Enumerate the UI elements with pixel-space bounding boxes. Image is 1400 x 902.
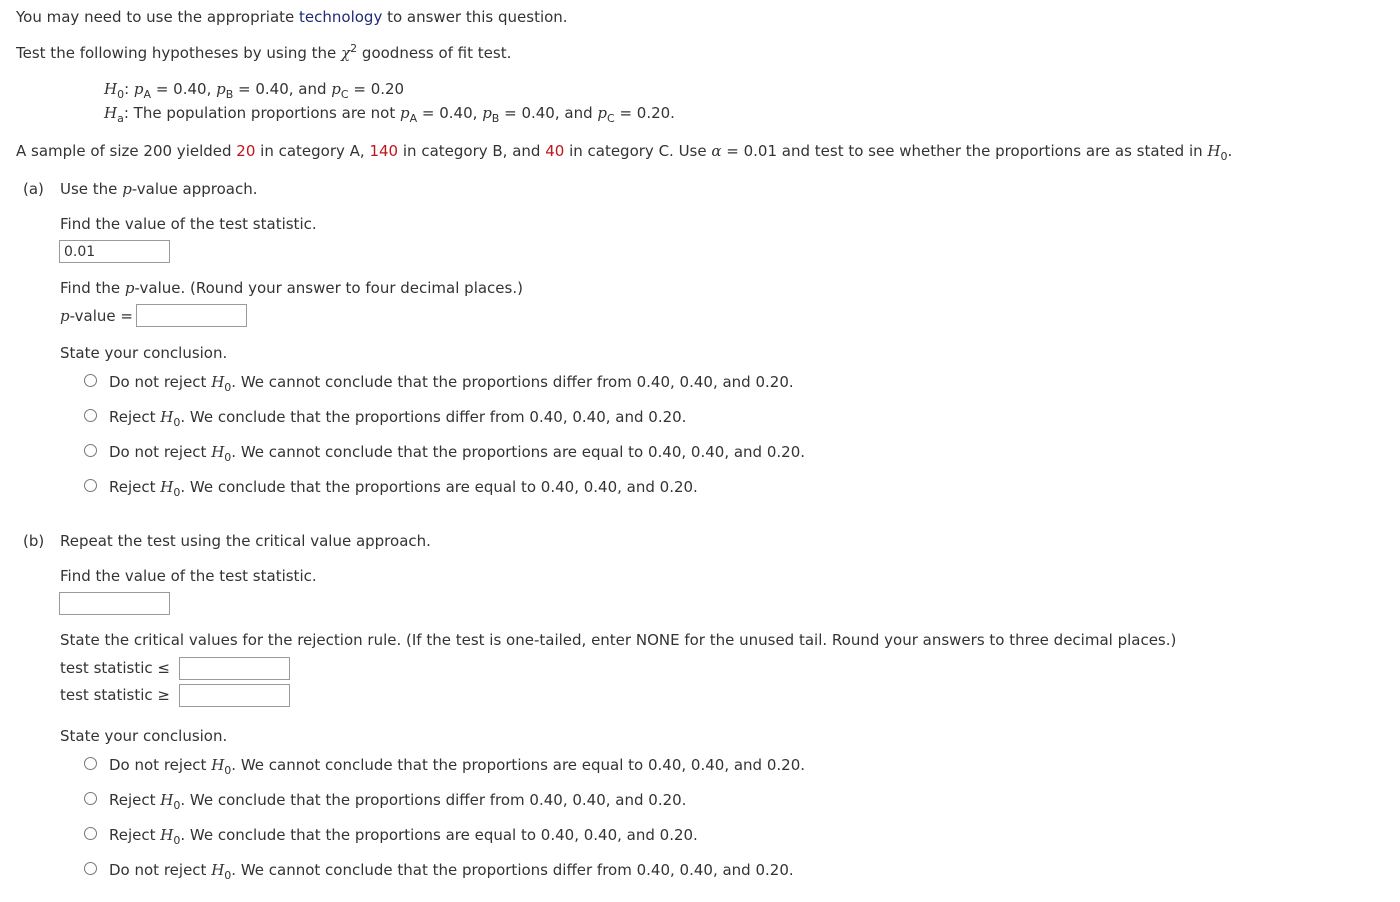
part-a-option-4-radio[interactable] — [84, 479, 97, 492]
lower-critical-value-input[interactable] — [179, 657, 290, 680]
part-b-stat-prompt: Find the value of the test statistic. — [60, 567, 317, 585]
null-hypothesis: H0: pA = 0.40, pB = 0.40, and pC = 0.20 — [104, 80, 405, 101]
technology-link[interactable]: technology — [299, 8, 382, 26]
count-a: 20 — [236, 142, 256, 160]
part-a-pvalue-input[interactable] — [136, 304, 247, 327]
part-a-option-3-label[interactable]: Do not reject H0. We cannot conclude tha… — [109, 442, 805, 463]
count-b: 140 — [369, 142, 399, 160]
chi-symbol: χ — [341, 44, 351, 62]
part-b-option-4-label[interactable]: Do not reject H0. We cannot conclude tha… — [109, 860, 794, 881]
part-a-option-3-radio[interactable] — [84, 444, 97, 457]
part-b-critical-prompt: State the critical values for the reject… — [60, 631, 1177, 649]
part-a-pvalue-prompt: Find the p-value. (Round your answer to … — [60, 279, 523, 297]
sample-description: A sample of size 200 yielded 20 in categ… — [16, 142, 1233, 163]
part-b-option-2-label[interactable]: Reject H0. We conclude that the proporti… — [109, 790, 686, 811]
part-b-conclusion-prompt: State your conclusion. — [60, 727, 228, 745]
part-a-option-1-label[interactable]: Do not reject H0. We cannot conclude tha… — [109, 372, 794, 393]
lower-critical-label: test statistic ≤ — [60, 659, 170, 677]
pvalue-label: p-value = — [60, 307, 133, 325]
upper-critical-value-input[interactable] — [179, 684, 290, 707]
part-b-option-1-radio[interactable] — [84, 757, 97, 770]
part-a-option-2-radio[interactable] — [84, 409, 97, 422]
part-a-conclusion-prompt: State your conclusion. — [60, 344, 228, 362]
instruction-text: You may need to use the appropriate tech… — [16, 8, 568, 26]
part-a-test-statistic-input[interactable] — [59, 240, 170, 263]
part-b-option-4-radio[interactable] — [84, 862, 97, 875]
part-a-option-4-label[interactable]: Reject H0. We conclude that the proporti… — [109, 477, 698, 498]
part-a-option-1-radio[interactable] — [84, 374, 97, 387]
part-b-option-3-label[interactable]: Reject H0. We conclude that the proporti… — [109, 825, 698, 846]
part-b-label: (b) — [23, 532, 45, 550]
alternative-hypothesis: Ha: The population proportions are not p… — [104, 104, 675, 125]
part-b-test-statistic-input[interactable] — [59, 592, 170, 615]
part-a-title: Use the p-value approach. — [60, 180, 258, 198]
part-b-option-2-radio[interactable] — [84, 792, 97, 805]
question-prompt: Test the following hypotheses by using t… — [16, 42, 512, 62]
part-a-stat-prompt: Find the value of the test statistic. — [60, 215, 317, 233]
part-a-option-2-label[interactable]: Reject H0. We conclude that the proporti… — [109, 407, 686, 428]
upper-critical-label: test statistic ≥ — [60, 686, 170, 704]
count-c: 40 — [545, 142, 565, 160]
part-b-option-3-radio[interactable] — [84, 827, 97, 840]
part-b-option-1-label[interactable]: Do not reject H0. We cannot conclude tha… — [109, 755, 805, 776]
part-b-title: Repeat the test using the critical value… — [60, 532, 431, 550]
part-a-label: (a) — [23, 180, 44, 198]
